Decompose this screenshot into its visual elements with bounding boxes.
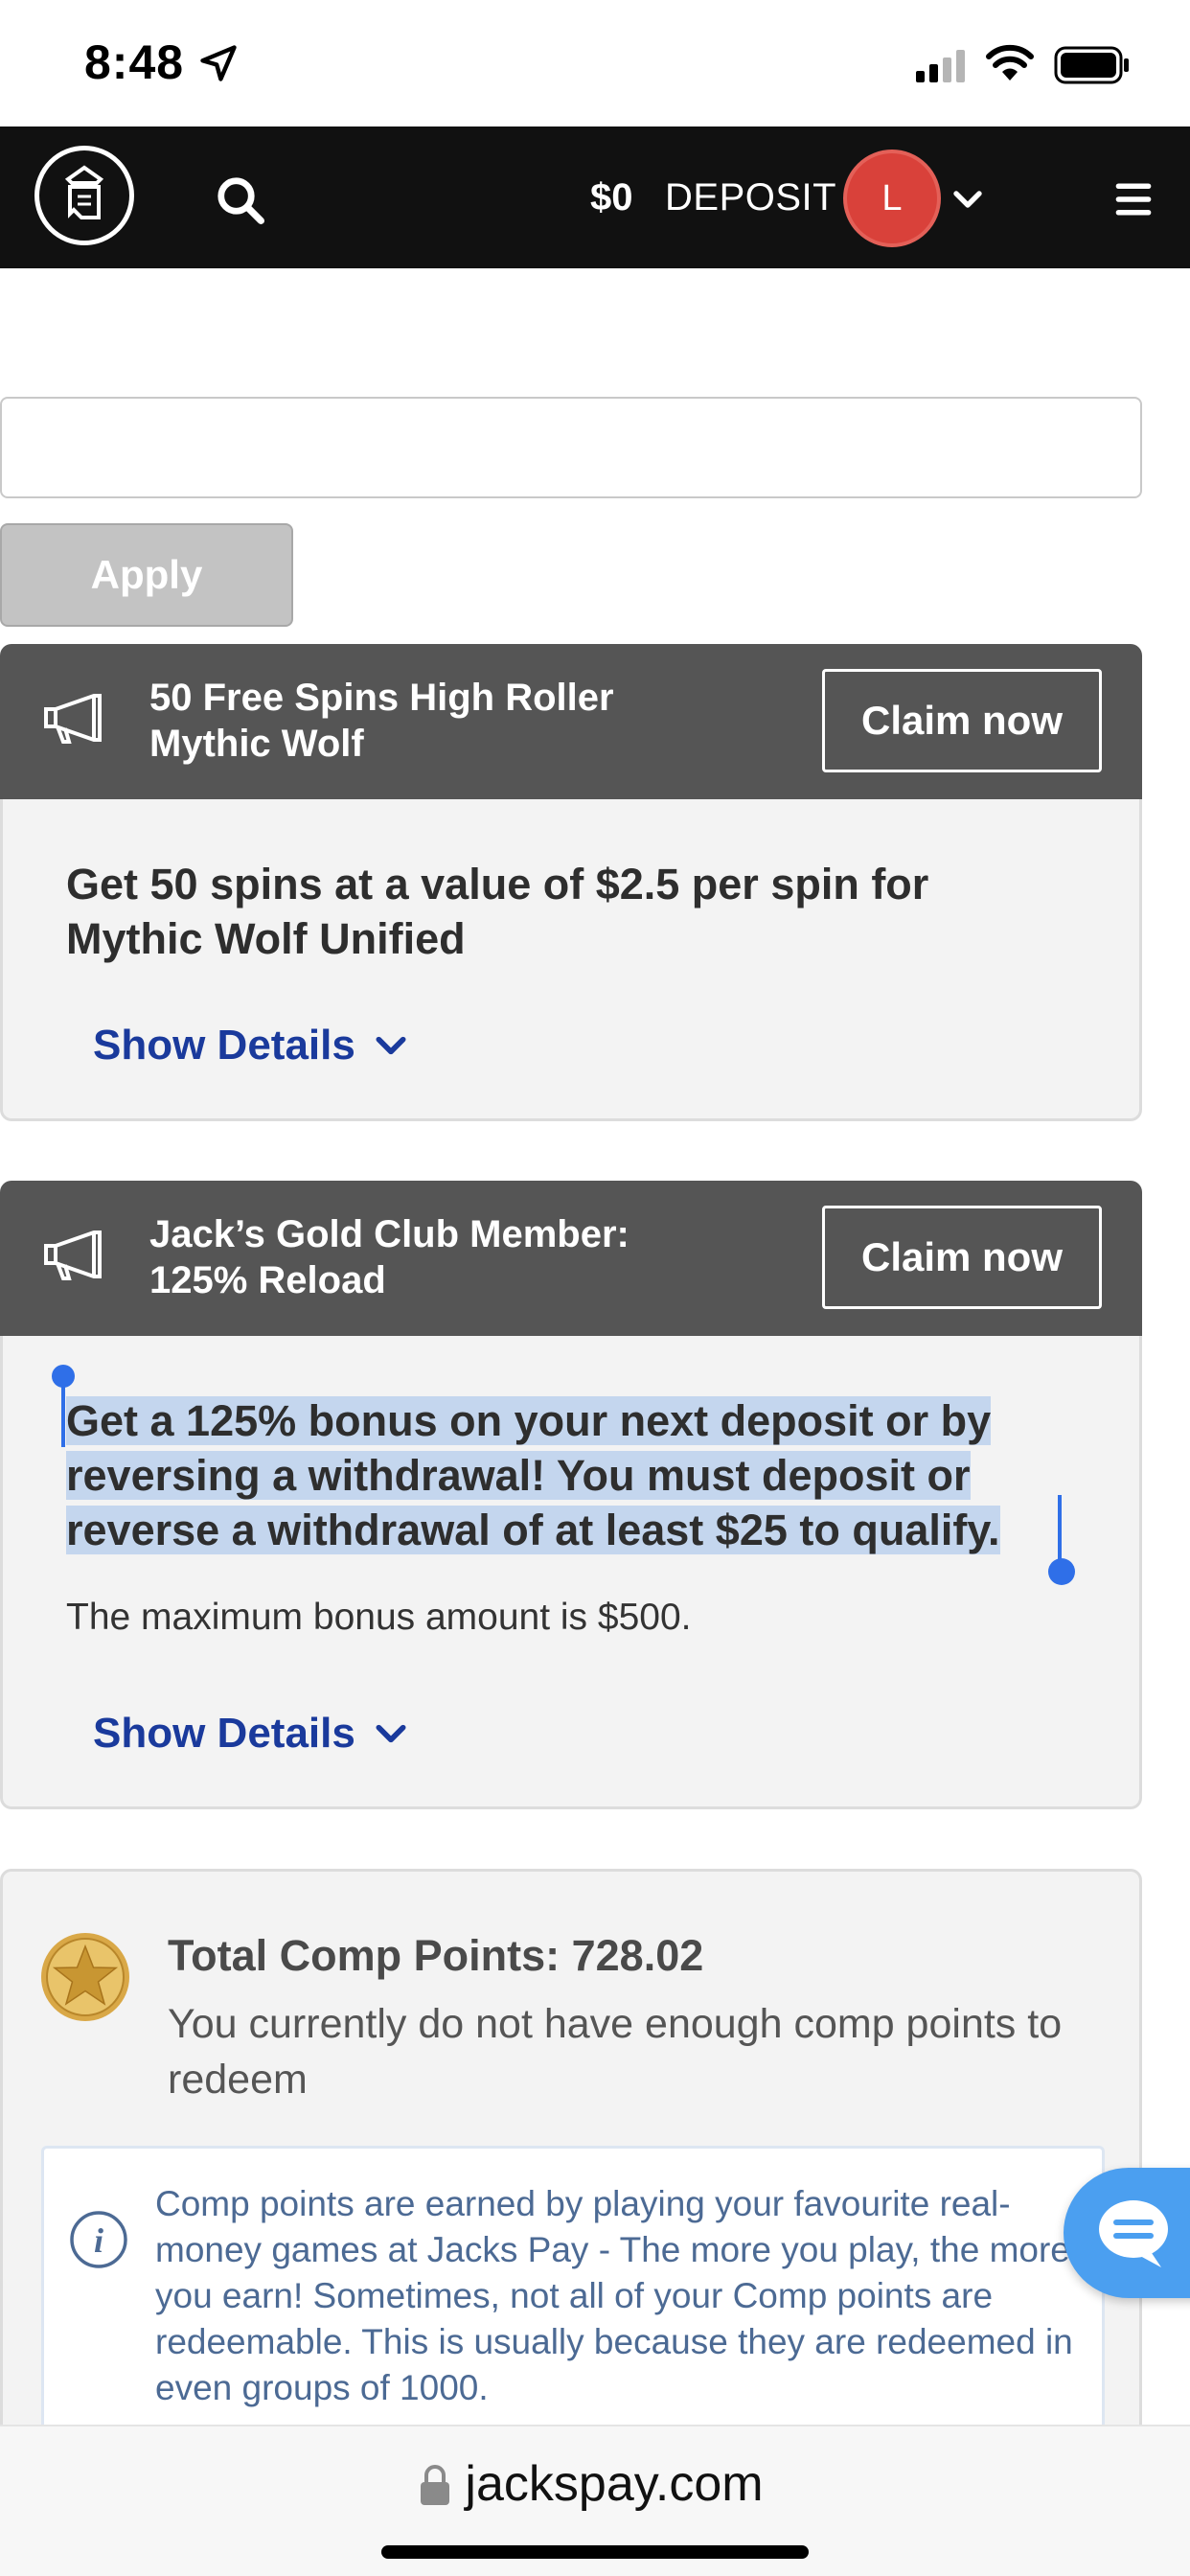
status-time: 8:48 [84, 35, 185, 89]
home-indicator[interactable] [381, 2545, 809, 2559]
megaphone-icon [44, 1230, 102, 1280]
chevron-down-icon [376, 1724, 406, 1743]
star-badge-icon [41, 1933, 129, 2021]
chat-icon [1099, 2200, 1168, 2267]
location-arrow-icon [200, 45, 237, 81]
promo-description-line: reverse a withdrawal of at least $25 to … [66, 1506, 1000, 1554]
show-details-label: Show Details [93, 1022, 355, 1069]
promo-description-line: reversing a withdrawal! You must deposit… [66, 1451, 971, 1500]
promo-header-free-spins: 50 Free Spins High Roller Mythic Wolf Cl… [0, 644, 1142, 799]
search-icon[interactable] [215, 174, 266, 226]
selection-start-handle[interactable] [52, 1365, 75, 1388]
comp-points-status: You currently do not have enough comp po… [168, 2001, 1063, 2103]
jackspay-logo[interactable] [34, 146, 134, 245]
wifi-icon [986, 44, 1034, 80]
selection-start-bar [61, 1380, 65, 1447]
user-avatar[interactable]: L [843, 150, 941, 247]
hamburger-menu-icon[interactable] [1111, 178, 1156, 220]
promo-description-line: Mythic Wolf Unified [66, 914, 466, 963]
promo-description-line: Get a 125% bonus on your next deposit or… [66, 1396, 992, 1445]
comp-points-info-box: i Comp points are earned by playing your… [41, 2146, 1105, 2472]
comp-points-total: Total Comp Points: 728.02 [168, 1931, 704, 1980]
claim-now-button[interactable]: Claim now [822, 669, 1102, 772]
info-icon: i [70, 2211, 127, 2268]
promo-card-free-spins: Get 50 spins at a value of $2.5 per spin… [0, 799, 1142, 1121]
browser-url-bar[interactable]: jackspay.com [0, 2425, 1190, 2576]
deposit-button[interactable]: DEPOSIT [665, 176, 836, 219]
promo-description-selected: Get a 125% bonus on your next deposit or… [66, 1393, 1101, 1557]
promo-header-gold-club: Jack’s Gold Club Member: 125% Reload Cla… [0, 1181, 1142, 1336]
promo-title-line: Mythic Wolf [149, 723, 364, 765]
selection-end-bar [1058, 1495, 1062, 1562]
jester-logo-icon [64, 165, 104, 219]
live-chat-button[interactable] [1064, 2168, 1190, 2298]
battery-icon [1054, 46, 1129, 84]
promo-title: 50 Free Spins High Roller Mythic Wolf [149, 675, 724, 767]
show-details-link[interactable]: Show Details [93, 1022, 409, 1070]
site-header: $0 DEPOSIT L [0, 126, 1190, 268]
max-bonus-text: The maximum bonus amount is $500. [66, 1597, 692, 1638]
promo-title-line: 125% Reload [149, 1259, 386, 1301]
promo-title-line: Jack’s Gold Club Member: [149, 1213, 629, 1255]
show-details-label: Show Details [93, 1710, 355, 1757]
comp-points-info-text: Comp points are earned by playing your f… [155, 2184, 1073, 2407]
selection-end-handle[interactable] [1048, 1558, 1075, 1585]
promo-code-input[interactable] [0, 397, 1142, 498]
megaphone-icon [44, 694, 102, 744]
promo-title: Jack’s Gold Club Member: 125% Reload [149, 1211, 724, 1303]
comp-points-card: Total Comp Points: 728.02 You currently … [0, 1869, 1142, 2472]
chevron-down-icon [376, 1036, 406, 1055]
status-bar: 8:48 [0, 0, 1190, 126]
notice-text: promotion before making a deposit. [130, 270, 783, 312]
promo-title-line: 50 Free Spins High Roller [149, 677, 614, 719]
promo-description: Get 50 spins at a value of $2.5 per spin… [66, 857, 1101, 966]
show-details-link[interactable]: Show Details [93, 1710, 409, 1758]
url-text: jackspay.com [465, 2456, 764, 2512]
account-chevron-down-icon[interactable] [950, 182, 985, 217]
cellular-signal-icon [916, 50, 965, 82]
apply-button[interactable]: Apply [0, 523, 293, 627]
claim-now-button[interactable]: Claim now [822, 1206, 1102, 1309]
promo-description-line: Get 50 spins at a value of $2.5 per spin… [66, 860, 929, 908]
promo-card-gold-club: Get a 125% bonus on your next deposit or… [0, 1336, 1142, 1809]
account-balance: $0 [590, 176, 633, 218]
svg-text:i: i [94, 2221, 103, 2260]
